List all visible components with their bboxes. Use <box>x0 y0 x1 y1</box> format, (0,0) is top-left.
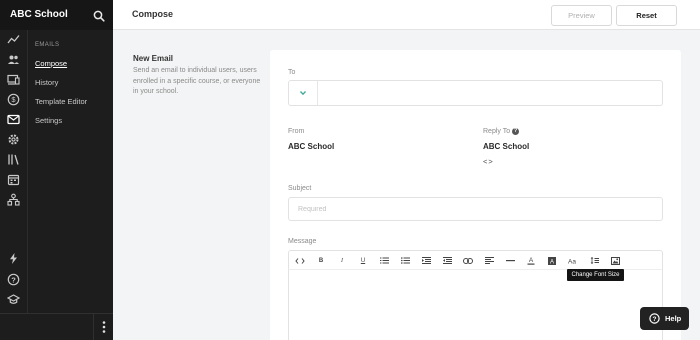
reply-to-value: ABC School <box>483 142 530 151</box>
link-icon[interactable] <box>461 251 475 270</box>
calendar-icon[interactable] <box>7 173 20 186</box>
to-field[interactable] <box>288 80 663 106</box>
horizontal-rule-icon[interactable] <box>503 251 517 270</box>
top-bar: Compose Preview Reset <box>113 0 700 30</box>
sidebar-divider <box>27 30 28 313</box>
from-label: From <box>288 128 305 135</box>
code-view-icon[interactable] <box>293 251 307 270</box>
ordered-list-icon[interactable] <box>377 251 391 270</box>
text-color-icon[interactable]: A <box>524 251 538 270</box>
background-color-icon[interactable]: A <box>545 251 559 270</box>
editor-toolbar: B I U A A Aa <box>288 250 663 270</box>
network-icon[interactable] <box>7 193 20 206</box>
courses-icon[interactable] <box>7 73 20 86</box>
help-icon[interactable]: ? <box>7 273 20 286</box>
icon-rail: $ ? <box>0 30 27 313</box>
section-label: EMAILS <box>35 42 60 48</box>
bullet-list-icon[interactable] <box>398 251 412 270</box>
image-icon[interactable] <box>608 251 622 270</box>
sidebar-item-compose[interactable]: Compose <box>35 59 67 68</box>
sidebar-footer <box>0 313 113 340</box>
sidebar-item-settings[interactable]: Settings <box>35 116 62 125</box>
users-icon[interactable] <box>7 53 20 66</box>
italic-icon[interactable]: I <box>335 251 349 270</box>
svg-text:A: A <box>529 257 534 264</box>
emails-icon[interactable] <box>7 113 20 126</box>
school-name[interactable]: ABC School <box>10 9 68 20</box>
bold-icon[interactable]: B <box>314 251 328 270</box>
to-dropdown-toggle[interactable] <box>289 81 318 105</box>
reply-to-help-icon[interactable]: ? <box>512 128 519 135</box>
font-size-tooltip: Change Font Size <box>567 269 624 281</box>
line-height-icon[interactable] <box>587 251 601 270</box>
sidebar-header: ABC School <box>0 0 113 30</box>
svg-text:$: $ <box>11 95 16 104</box>
footer-divider <box>93 314 94 340</box>
lightning-icon[interactable] <box>7 252 20 265</box>
reset-button[interactable]: Reset <box>616 5 677 26</box>
help-button[interactable]: ? Help <box>640 307 689 330</box>
indent-icon[interactable] <box>440 251 454 270</box>
intro-description: Send an email to individual users, users… <box>133 67 261 95</box>
from-value: ABC School <box>288 142 335 151</box>
analytics-icon[interactable] <box>7 33 20 46</box>
message-label: Message <box>288 238 317 245</box>
underline-icon[interactable]: U <box>356 251 370 270</box>
align-icon[interactable] <box>482 251 496 270</box>
outdent-icon[interactable] <box>419 251 433 270</box>
subject-label: Subject <box>288 185 312 192</box>
sidebar-item-template-editor[interactable]: Template Editor <box>35 97 87 106</box>
sidebar-item-history[interactable]: History <box>35 78 58 87</box>
font-size-icon[interactable]: Aa <box>566 251 580 270</box>
search-icon[interactable] <box>93 9 105 22</box>
sales-icon[interactable]: $ <box>7 93 20 106</box>
settings-icon[interactable] <box>7 133 20 146</box>
help-circle-icon: ? <box>649 313 660 324</box>
svg-text:?: ? <box>11 275 16 284</box>
svg-text:?: ? <box>653 316 657 323</box>
reply-to-label: Reply To <box>483 128 511 135</box>
reply-to-email: <> <box>483 157 494 166</box>
sidebar: ABC School $ ? EMAILS Compose History Te… <box>0 0 113 340</box>
subject-input[interactable] <box>288 197 663 221</box>
more-options-icon[interactable] <box>101 320 107 334</box>
preview-button[interactable]: Preview <box>551 5 612 26</box>
to-label: To <box>288 69 296 76</box>
intro-title: New Email <box>133 54 174 63</box>
svg-text:Aa: Aa <box>568 259 576 265</box>
help-button-label: Help <box>665 314 682 323</box>
chevron-down-icon <box>300 91 306 96</box>
svg-text:A: A <box>550 259 554 265</box>
page-title: Compose <box>132 9 174 19</box>
library-icon[interactable] <box>7 153 20 166</box>
graduation-cap-icon[interactable] <box>6 293 21 306</box>
